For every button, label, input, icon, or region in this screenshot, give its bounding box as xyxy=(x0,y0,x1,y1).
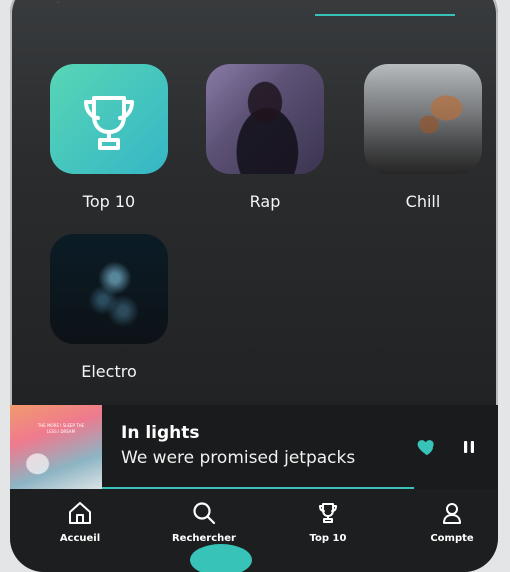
nav-label-accueil: Accueil xyxy=(59,533,101,544)
album-art[interactable]: THE MORE I SLEEP THE LESS I DREAM xyxy=(10,405,102,489)
trophy-icon xyxy=(314,499,342,527)
pause-icon[interactable] xyxy=(461,439,477,455)
nav-item-compte[interactable]: Compte xyxy=(404,497,498,551)
genre-rap[interactable]: Rap xyxy=(206,64,324,211)
nav-label-rechercher: Rechercher xyxy=(171,533,236,544)
genre-electro-label: Electro xyxy=(81,362,137,381)
genre-chill-tile[interactable] xyxy=(364,64,482,174)
genre-top10[interactable]: Top 10 xyxy=(50,64,168,211)
tab-faded[interactable]: . xyxy=(56,0,60,7)
heart-icon[interactable] xyxy=(416,436,438,458)
search-icon xyxy=(190,499,218,527)
phone-screen: . Top 10 Rap Chill Electro xyxy=(10,0,498,572)
nav-label-compte: Compte xyxy=(430,533,474,544)
mini-player[interactable]: THE MORE I SLEEP THE LESS I DREAM In lig… xyxy=(10,405,498,489)
genre-top10-tile[interactable] xyxy=(50,64,168,174)
nav-item-accueil[interactable]: Accueil xyxy=(32,497,128,551)
genre-chill-label: Chill xyxy=(405,192,441,211)
active-tab-underline xyxy=(315,14,455,16)
nav-item-rechercher[interactable]: Rechercher xyxy=(156,497,252,551)
genre-top10-label: Top 10 xyxy=(82,192,136,211)
track-artist: We were promised jetpacks xyxy=(121,448,356,468)
active-tab-indicator xyxy=(190,544,252,572)
nav-label-top10: Top 10 xyxy=(309,533,347,544)
genre-electro[interactable]: Electro xyxy=(50,234,168,381)
genre-rap-tile[interactable] xyxy=(206,64,324,174)
user-icon xyxy=(438,499,466,527)
home-icon xyxy=(66,499,94,527)
genre-chill[interactable]: Chill xyxy=(364,64,482,211)
trophy-icon xyxy=(84,96,134,150)
nav-item-top10[interactable]: Top 10 xyxy=(280,497,376,551)
genre-electro-tile[interactable] xyxy=(50,234,168,344)
bottom-nav: Accueil Rechercher Top 10 Compte xyxy=(10,489,498,572)
track-title: In lights xyxy=(121,423,200,443)
top-tabs-strip: . xyxy=(10,0,498,26)
genre-rap-label: Rap xyxy=(249,192,281,211)
album-art-text: THE MORE I SLEEP THE LESS I DREAM xyxy=(37,423,85,434)
